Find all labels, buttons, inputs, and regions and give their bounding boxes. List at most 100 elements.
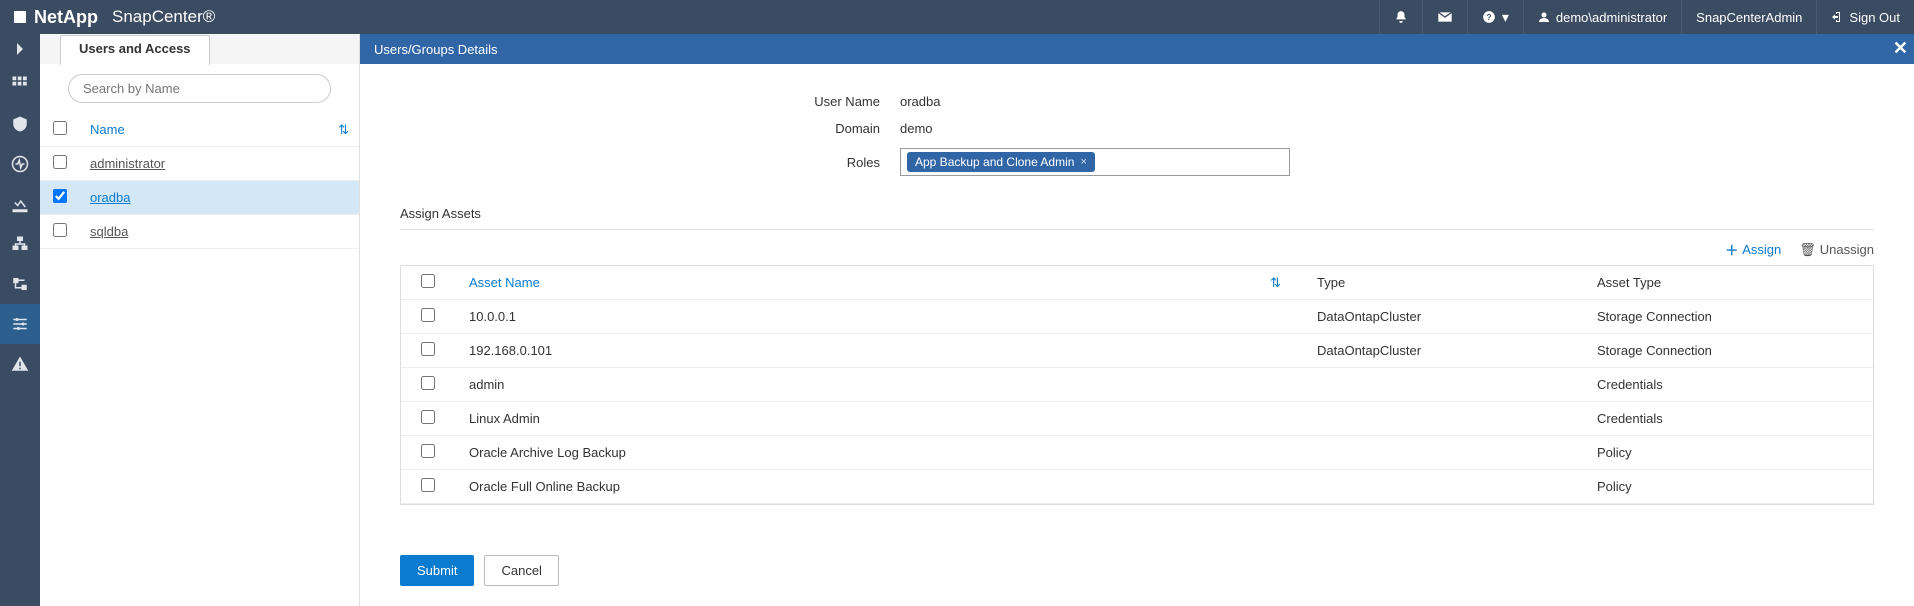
role-label[interactable]: SnapCenterAdmin [1681, 0, 1816, 34]
asset-checkbox[interactable] [421, 308, 435, 322]
col-asset-name[interactable]: Asset Name ⇅ [455, 266, 1303, 300]
nav-alerts[interactable] [0, 344, 40, 384]
tab-strip: Users and Access [40, 34, 359, 64]
remove-role-icon[interactable]: × [1080, 156, 1086, 168]
label-roles: Roles [360, 155, 900, 170]
storage-icon [11, 275, 29, 293]
shield-icon [11, 115, 29, 133]
asset-row[interactable]: Linux Admin Credentials [401, 402, 1873, 436]
label-domain: Domain [360, 121, 900, 136]
search-input[interactable] [68, 74, 331, 103]
asset-name: 10.0.0.1 [455, 300, 1303, 334]
close-button[interactable]: ✕ [1893, 38, 1908, 59]
user-row[interactable]: sqldba [40, 215, 359, 249]
unassign-button[interactable]: 🗑 Unassign [1799, 240, 1874, 259]
nav-monitor[interactable] [0, 144, 40, 184]
role-chip[interactable]: App Backup and Clone Admin × [907, 152, 1095, 172]
asset-row[interactable]: 192.168.0.101 DataOntapCluster Storage C… [401, 334, 1873, 368]
asset-type-val [1303, 402, 1583, 436]
detail-header: Users/Groups Details ✕ [360, 34, 1914, 64]
user-checkbox[interactable] [53, 155, 67, 169]
trash-icon: 🗑 [1799, 242, 1816, 258]
asset-row[interactable]: Oracle Archive Log Backup Policy [401, 436, 1873, 470]
chevron-right-icon [11, 40, 29, 58]
mail-icon [1437, 11, 1453, 23]
chevron-down-icon: ▾ [1502, 9, 1509, 26]
nav-resources[interactable] [0, 104, 40, 144]
asset-checkbox[interactable] [421, 376, 435, 390]
asset-atype-val: Storage Connection [1583, 300, 1873, 334]
mail-button[interactable] [1422, 0, 1467, 34]
user-icon [1538, 11, 1550, 23]
help-icon: ? [1482, 10, 1496, 24]
tab-users-access[interactable]: Users and Access [60, 35, 210, 65]
user-checkbox[interactable] [53, 223, 67, 237]
brand-logo-icon [14, 11, 26, 23]
user-link[interactable]: oradba [90, 190, 130, 205]
asset-type-val [1303, 504, 1583, 505]
brand: NetApp SnapCenter® [14, 7, 215, 28]
user-link[interactable]: administrator [90, 156, 165, 171]
nav-settings[interactable] [0, 304, 40, 344]
asset-name: rhel2.demo.netapp.com [455, 504, 1303, 505]
user-row[interactable]: administrator [40, 147, 359, 181]
asset-atype-val: host [1583, 504, 1873, 505]
topbar: NetApp SnapCenter® ? ▾ demo\administrato… [0, 0, 1914, 34]
column-name-header[interactable]: Name ⇅ [80, 113, 359, 147]
asset-checkbox[interactable] [421, 410, 435, 424]
col-asset-type[interactable]: Asset Type [1583, 266, 1873, 300]
asset-row[interactable]: admin Credentials [401, 368, 1873, 402]
user-link[interactable]: sqldba [90, 224, 128, 239]
user-menu[interactable]: demo\administrator [1523, 0, 1681, 34]
user-list-panel: Users and Access Name ⇅ administrator [40, 34, 360, 606]
assign-button[interactable]: ＋ Assign [1725, 240, 1781, 259]
asset-type-val [1303, 436, 1583, 470]
asset-atype-val: Policy [1583, 436, 1873, 470]
signout-button[interactable]: Sign Out [1816, 0, 1914, 34]
submit-button[interactable]: Submit [400, 555, 474, 586]
asset-name: 192.168.0.101 [455, 334, 1303, 368]
nav-dashboard[interactable] [0, 64, 40, 104]
nav-reports[interactable] [0, 184, 40, 224]
user-row[interactable]: oradba [40, 181, 359, 215]
nav-collapse-button[interactable] [0, 34, 40, 64]
user-label: demo\administrator [1556, 10, 1667, 25]
label-user-name: User Name [360, 94, 900, 109]
sort-asc-icon: ⇅ [338, 122, 349, 138]
asset-row[interactable]: Oracle Full Online Backup Policy [401, 470, 1873, 504]
nav-hosts[interactable] [0, 224, 40, 264]
asset-checkbox[interactable] [421, 342, 435, 356]
user-checkbox[interactable] [53, 189, 67, 203]
asset-row[interactable]: rhel2.demo.netapp.com host [401, 504, 1873, 505]
plus-icon: ＋ [1725, 240, 1738, 259]
nav-storage[interactable] [0, 264, 40, 304]
value-user-name: oradba [900, 94, 940, 109]
asset-name: Linux Admin [455, 402, 1303, 436]
value-domain: demo [900, 121, 933, 136]
asset-name: Oracle Full Online Backup [455, 470, 1303, 504]
hosts-icon [11, 235, 29, 253]
cancel-button[interactable]: Cancel [484, 555, 558, 586]
asset-atype-val: Credentials [1583, 368, 1873, 402]
assets-table: Asset Name ⇅ Type Asset Type 10.0.0.1 Da… [401, 266, 1873, 504]
asset-type-val: DataOntapCluster [1303, 300, 1583, 334]
asset-type-val [1303, 368, 1583, 402]
asset-atype-val: Credentials [1583, 402, 1873, 436]
help-button[interactable]: ? ▾ [1467, 0, 1523, 34]
grid-icon [11, 75, 29, 93]
asset-row[interactable]: 10.0.0.1 DataOntapCluster Storage Connec… [401, 300, 1873, 334]
notifications-button[interactable] [1379, 0, 1422, 34]
assign-assets-title: Assign Assets [400, 206, 1874, 230]
asset-type-val [1303, 470, 1583, 504]
asset-name: Oracle Archive Log Backup [455, 436, 1303, 470]
asset-checkbox[interactable] [421, 444, 435, 458]
select-all-users[interactable] [53, 121, 67, 135]
sort-asc-icon: ⇅ [1270, 275, 1281, 291]
col-type[interactable]: Type [1303, 266, 1583, 300]
roles-input[interactable]: App Backup and Clone Admin × [900, 148, 1290, 176]
detail-panel: Users/Groups Details ✕ User Name oradba … [360, 34, 1914, 606]
chart-icon [11, 195, 29, 213]
asset-checkbox[interactable] [421, 478, 435, 492]
bell-icon [1394, 10, 1408, 24]
select-all-assets[interactable] [421, 274, 435, 288]
